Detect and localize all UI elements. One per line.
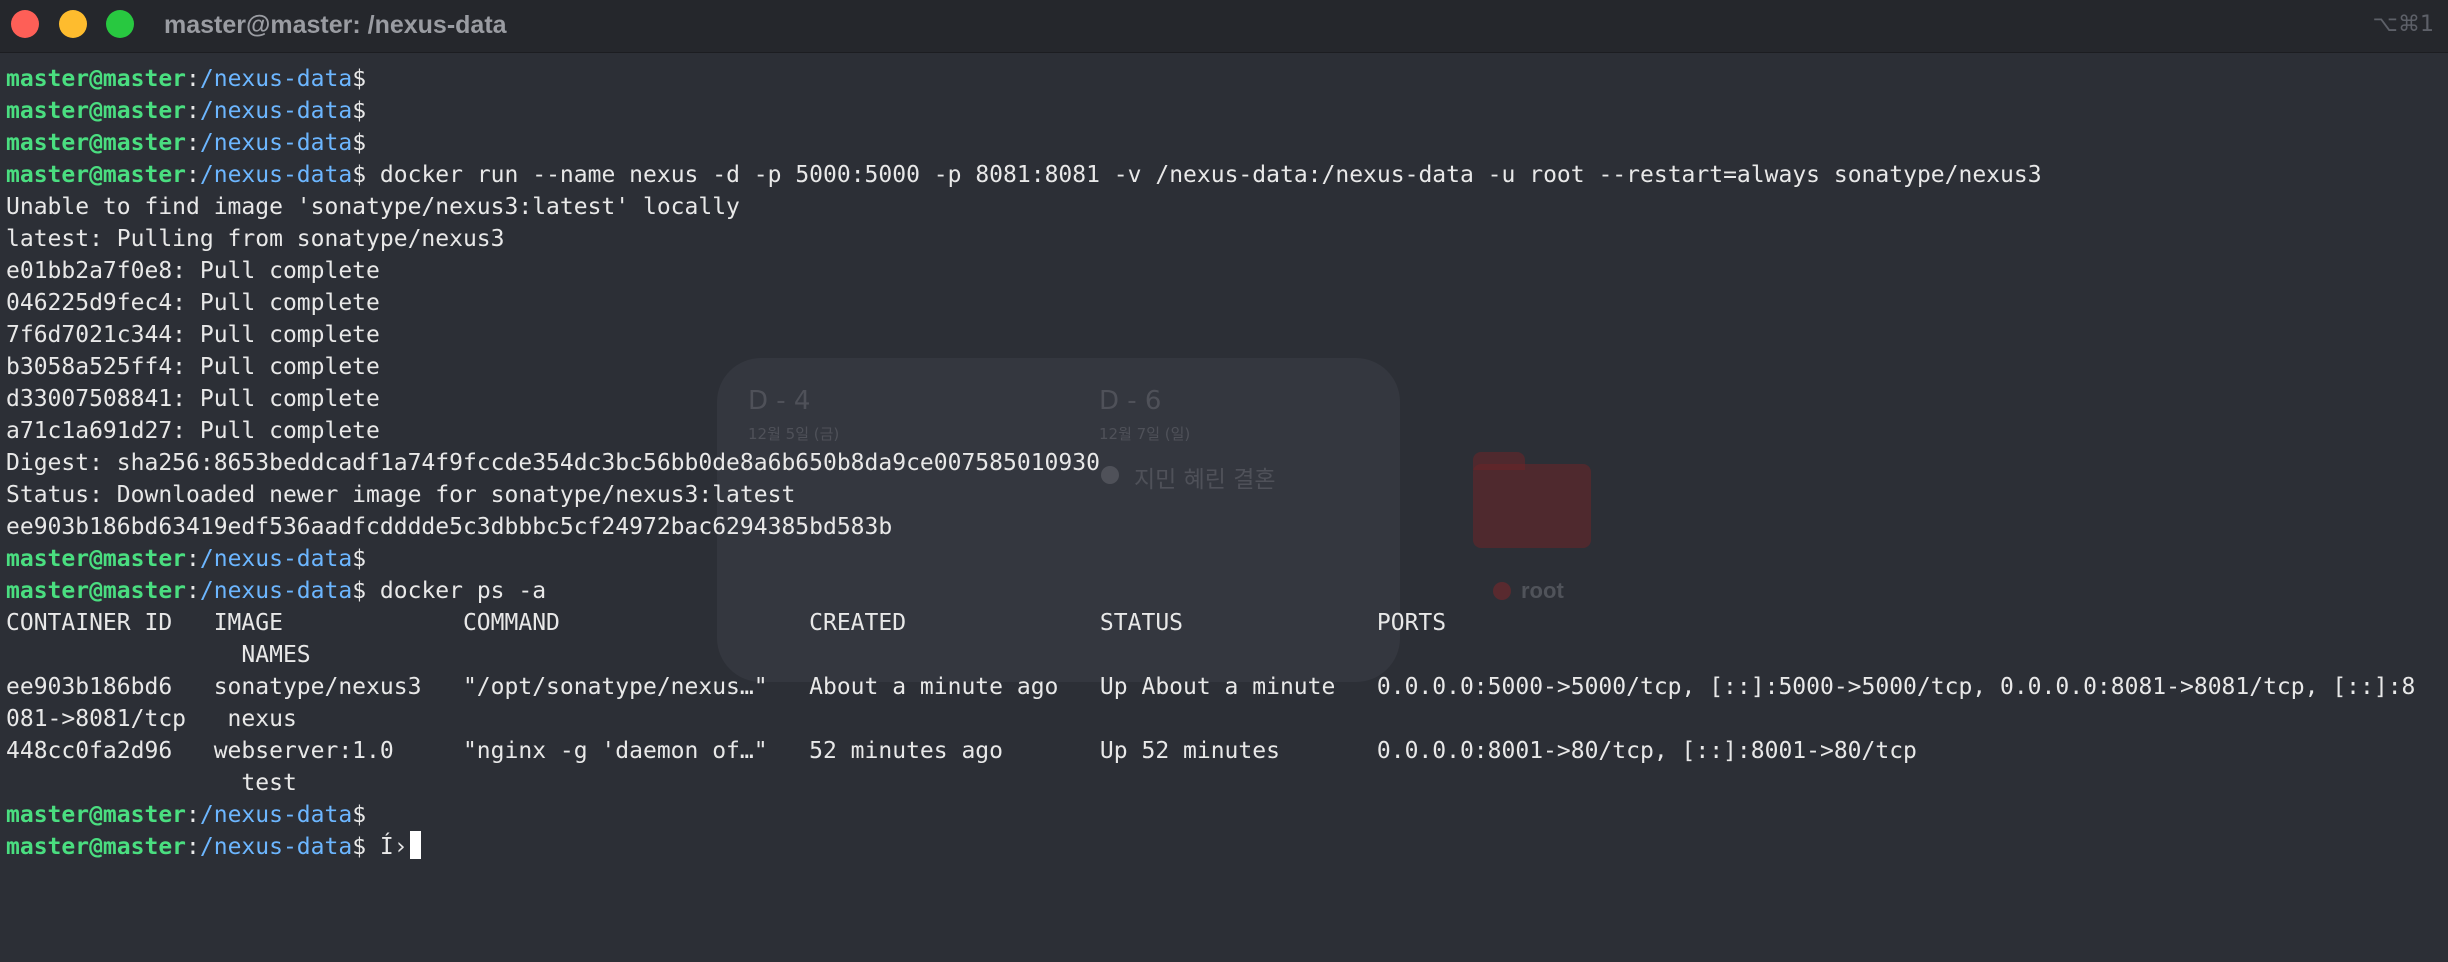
- terminal-output-line: d33007508841: Pull complete: [6, 383, 2446, 415]
- prompt-symbol: $: [352, 546, 367, 572]
- output-text: e01bb2a7f0e8: Pull complete: [6, 258, 380, 284]
- terminal-output-line: NAMES: [6, 639, 2446, 671]
- output-text: NAMES: [6, 642, 311, 668]
- terminal-output-line: 046225d9fec4: Pull complete: [6, 287, 2446, 319]
- output-text: 046225d9fec4: Pull complete: [6, 290, 380, 316]
- prompt-user: master@master: [6, 802, 187, 828]
- terminal-output-line: Status: Downloaded newer image for sonat…: [6, 479, 2446, 511]
- prompt-user: master@master: [6, 546, 187, 572]
- prompt-symbol: $: [352, 834, 367, 860]
- prompt-path: /nexus-data: [199, 130, 353, 156]
- prompt-symbol: $: [352, 98, 367, 124]
- terminal-output-line: 7f6d7021c344: Pull complete: [6, 319, 2446, 351]
- output-text: test: [6, 770, 297, 796]
- prompt-separator: :: [186, 162, 200, 188]
- output-text: d33007508841: Pull complete: [6, 386, 380, 412]
- terminal-output-line: Unable to find image 'sonatype/nexus3:la…: [6, 191, 2446, 223]
- output-text: ee903b186bd6 sonatype/nexus3 "/opt/sonat…: [6, 674, 2416, 700]
- terminal-output-line: ee903b186bd6 sonatype/nexus3 "/opt/sonat…: [6, 671, 2446, 703]
- title-bar: master@master: /nexus-data ⌥⌘1: [0, 0, 2448, 53]
- prompt-separator: :: [186, 834, 200, 860]
- output-text: a71c1a691d27: Pull complete: [6, 418, 380, 444]
- prompt-path: /nexus-data: [199, 162, 353, 188]
- output-text: ee903b186bd63419edf536aadfcdddde5c3dbbbc…: [6, 514, 893, 540]
- prompt-user: master@master: [6, 834, 187, 860]
- prompt-user: master@master: [6, 130, 187, 156]
- terminal-prompt-line: master@master:/nexus-data$: [6, 543, 2446, 575]
- prompt-separator: :: [186, 130, 200, 156]
- prompt-separator: :: [186, 546, 200, 572]
- output-text: CONTAINER ID IMAGE COMMAND CREATED STATU…: [6, 610, 1447, 636]
- terminal-output-line: 448cc0fa2d96 webserver:1.0 "nginx -g 'da…: [6, 735, 2446, 767]
- output-text: 448cc0fa2d96 webserver:1.0 "nginx -g 'da…: [6, 738, 1917, 764]
- command-text: docker run --name nexus -d -p 5000:5000 …: [366, 162, 2042, 188]
- terminal-prompt-line: master@master:/nexus-data$ docker run --…: [6, 159, 2446, 191]
- output-text: 081->8081/tcp nexus: [6, 706, 297, 732]
- prompt-path: /nexus-data: [199, 834, 353, 860]
- terminal-prompt-line: master@master:/nexus-data$ docker ps -a: [6, 575, 2446, 607]
- window-shortcut-hint: ⌥⌘1: [2372, 12, 2434, 37]
- output-text: Unable to find image 'sonatype/nexus3:la…: [6, 194, 740, 220]
- prompt-path: /nexus-data: [199, 578, 353, 604]
- terminal-prompt-line: master@master:/nexus-data$: [6, 63, 2446, 95]
- prompt-separator: :: [186, 802, 200, 828]
- minimize-window-button[interactable]: [59, 10, 87, 38]
- terminal-output-line: b3058a525ff4: Pull complete: [6, 351, 2446, 383]
- output-text: 7f6d7021c344: Pull complete: [6, 322, 380, 348]
- terminal-output-line: 081->8081/tcp nexus: [6, 703, 2446, 735]
- prompt-symbol: $: [352, 802, 367, 828]
- terminal-cursor: [409, 831, 421, 859]
- prompt-path: /nexus-data: [199, 802, 353, 828]
- prompt-user: master@master: [6, 162, 187, 188]
- window-title: master@master: /nexus-data: [164, 11, 507, 39]
- terminal-output[interactable]: master@master:/nexus-data$ master@master:…: [6, 63, 2446, 863]
- terminal-output-line: e01bb2a7f0e8: Pull complete: [6, 255, 2446, 287]
- terminal-output-line: a71c1a691d27: Pull complete: [6, 415, 2446, 447]
- command-text: Í›: [366, 834, 408, 860]
- terminal-output-line: ee903b186bd63419edf536aadfcdddde5c3dbbbc…: [6, 511, 2446, 543]
- prompt-symbol: $: [352, 66, 367, 92]
- terminal-prompt-line: master@master:/nexus-data$ Í›: [6, 831, 2446, 863]
- output-text: latest: Pulling from sonatype/nexus3: [6, 226, 505, 252]
- terminal-output-line: Digest: sha256:8653beddcadf1a74f9fccde35…: [6, 447, 2446, 479]
- command-text: docker ps -a: [366, 578, 547, 604]
- output-text: Digest: sha256:8653beddcadf1a74f9fccde35…: [6, 450, 1100, 476]
- prompt-path: /nexus-data: [199, 66, 353, 92]
- prompt-symbol: $: [352, 162, 367, 188]
- prompt-symbol: $: [352, 130, 367, 156]
- terminal-output-line: latest: Pulling from sonatype/nexus3: [6, 223, 2446, 255]
- prompt-symbol: $: [352, 578, 367, 604]
- prompt-path: /nexus-data: [199, 98, 353, 124]
- prompt-user: master@master: [6, 98, 187, 124]
- output-text: Status: Downloaded newer image for sonat…: [6, 482, 796, 508]
- prompt-user: master@master: [6, 66, 187, 92]
- terminal-prompt-line: master@master:/nexus-data$: [6, 127, 2446, 159]
- prompt-user: master@master: [6, 578, 187, 604]
- close-window-button[interactable]: [11, 10, 39, 38]
- prompt-separator: :: [186, 578, 200, 604]
- prompt-path: /nexus-data: [199, 546, 353, 572]
- output-text: b3058a525ff4: Pull complete: [6, 354, 380, 380]
- terminal-output-line: test: [6, 767, 2446, 799]
- terminal-prompt-line: master@master:/nexus-data$: [6, 95, 2446, 127]
- prompt-separator: :: [186, 66, 200, 92]
- terminal-prompt-line: master@master:/nexus-data$: [6, 799, 2446, 831]
- terminal-output-line: CONTAINER ID IMAGE COMMAND CREATED STATU…: [6, 607, 2446, 639]
- prompt-separator: :: [186, 98, 200, 124]
- zoom-window-button[interactable]: [106, 10, 134, 38]
